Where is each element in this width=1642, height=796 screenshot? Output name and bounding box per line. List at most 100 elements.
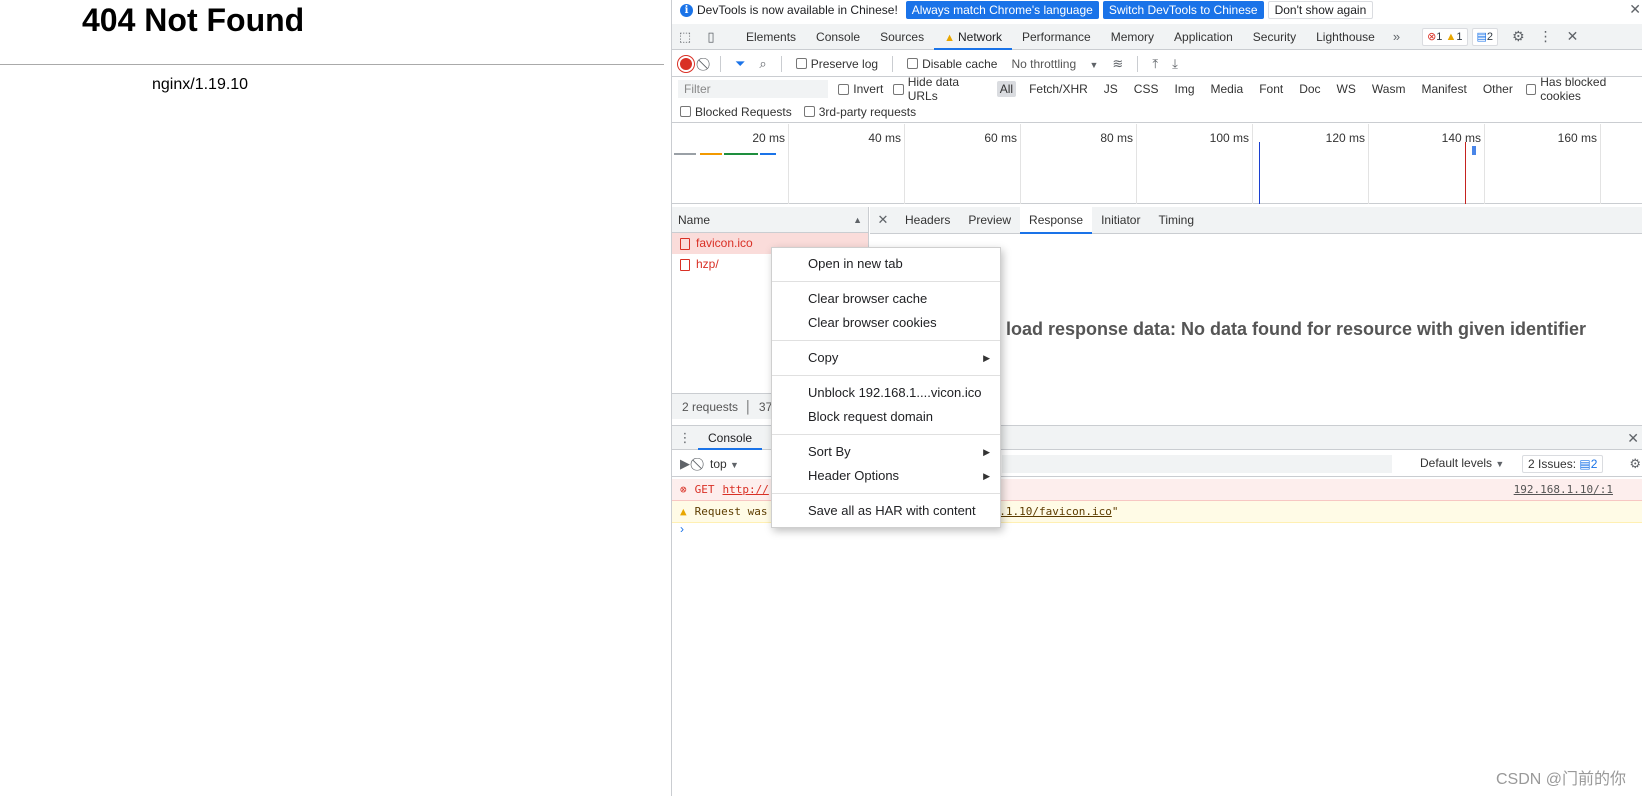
warning-url-link[interactable]: 68.1.10/favicon.ico [986,505,1112,518]
toolbar-divider [720,55,721,72]
checkbox-box [838,83,850,95]
name-column-header[interactable]: Name ▲ [672,207,868,233]
log-levels-select[interactable]: Default levels ▼ [1420,456,1504,470]
detail-tab-initiator[interactable]: Initiator [1092,207,1149,234]
menu-header-options-label: Header Options [808,468,900,483]
preserve-log-checkbox[interactable]: Preserve log [795,57,878,71]
issues-label: 2 Issues: [1528,457,1577,471]
type-filter-all[interactable]: All [996,81,1017,97]
menu-clear-cache[interactable]: Clear browser cache [772,287,1000,311]
detail-tab-headers[interactable]: Headers [896,207,959,234]
error-warning-counter[interactable]: ⊗1 ▲1 [1422,27,1468,46]
throttling-value: No throttling [1011,56,1077,71]
type-filter-font[interactable]: Font [1256,81,1286,97]
context-value: top [710,456,727,471]
close-detail-icon[interactable]: ✕ [870,212,896,228]
hide-data-urls-checkbox[interactable]: Hide data URLs [893,75,986,103]
type-filter-wasm[interactable]: Wasm [1369,81,1409,97]
invert-checkbox[interactable]: Invert [838,82,883,96]
error-source-link[interactable]: 192.168.1.10/:1 [1514,479,1613,501]
menu-open-new-tab[interactable]: Open in new tab [772,252,1000,276]
tab-network[interactable]: ▲ Network [934,24,1012,50]
invert-label: Invert [853,82,884,96]
drawer-tab-console[interactable]: Console [698,426,763,450]
type-filter-ws[interactable]: WS [1334,81,1359,97]
checkbox-box [907,58,919,69]
tab-memory[interactable]: Memory [1101,24,1164,50]
tab-security[interactable]: Security [1243,24,1306,50]
type-filter-doc[interactable]: Doc [1296,81,1323,97]
more-tabs-icon[interactable]: » [1385,29,1408,44]
menu-sort-by[interactable]: Sort By ▶ [772,440,1000,464]
third-party-checkbox[interactable]: 3rd-party requests [803,105,916,119]
type-filter-media[interactable]: Media [1208,81,1247,97]
tab-application[interactable]: Application [1164,24,1243,50]
menu-sort-by-label: Sort By [808,444,851,459]
export-har-icon[interactable]: ⤓ [1172,56,1178,72]
warning-quote: " [1111,505,1119,518]
switch-chinese-button[interactable]: Switch DevTools to Chinese [1102,1,1264,19]
disable-cache-checkbox[interactable]: Disable cache [907,57,997,71]
timeline-tick: 40 ms [868,131,901,145]
record-icon[interactable] [680,57,692,70]
filter-input[interactable]: Filter [678,80,829,98]
type-filter-other[interactable]: Other [1480,81,1516,97]
console-settings-icon[interactable]: ⚙ [1629,456,1641,472]
match-language-button[interactable]: Always match Chrome's language [905,1,1099,19]
menu-block-domain[interactable]: Block request domain [772,405,1000,429]
tab-console[interactable]: Console [806,24,870,50]
network-conditions-icon[interactable]: ≋ [1112,56,1123,72]
infobar-close-icon[interactable]: ✕ [1629,1,1641,18]
error-url-link[interactable]: http:// [723,479,769,500]
detail-tab-response[interactable]: Response [1020,206,1093,234]
settings-gear-icon[interactable]: ⚙ [1512,28,1525,45]
console-prompt-icon[interactable]: › [680,522,684,536]
kebab-menu-icon[interactable]: ⋮ [1539,28,1553,45]
console-issues-button[interactable]: 2 Issues: ▤2 [1522,455,1604,473]
issue-counters: ⊗1 ▲1 ▤2 [1422,27,1499,46]
type-filter-manifest[interactable]: Manifest [1418,81,1469,97]
issues-counter[interactable]: ▤2 [1471,27,1499,46]
load-event-marker [1465,142,1466,204]
detail-tabs: ✕ Headers Preview Response Initiator Tim… [870,206,1642,234]
type-filter-fetch-xhr[interactable]: Fetch/XHR [1026,81,1091,97]
has-blocked-cookies-checkbox[interactable]: Has blocked cookies [1525,75,1642,103]
menu-header-options[interactable]: Header Options ▶ [772,464,1000,488]
type-filter-css[interactable]: CSS [1131,81,1162,97]
close-devtools-icon[interactable]: ✕ [1567,28,1579,45]
drawer-menu-icon[interactable]: ⋮ [672,430,698,446]
tab-elements[interactable]: Elements [736,24,806,50]
inspect-element-icon[interactable]: ⬚ [672,24,698,50]
dont-show-again-button[interactable]: Don't show again [1267,1,1374,19]
filter-funnel-icon[interactable]: ⏷ [735,56,745,72]
tab-lighthouse[interactable]: Lighthouse [1306,24,1385,50]
detail-tab-preview[interactable]: Preview [959,207,1020,234]
error-icon: ⊗ [1427,30,1437,43]
detail-tab-timing[interactable]: Timing [1149,207,1203,234]
timeline-tick: 100 ms [1209,131,1249,145]
blocked-requests-checkbox[interactable]: Blocked Requests [680,105,792,119]
menu-clear-cookies[interactable]: Clear browser cookies [772,311,1000,335]
menu-copy[interactable]: Copy ▶ [772,346,1000,370]
sort-ascending-icon: ▲ [853,215,862,225]
type-filter-js[interactable]: JS [1101,81,1121,97]
timing-bar-queue [674,153,686,155]
checkbox-box [803,106,815,117]
tab-performance[interactable]: Performance [1012,24,1101,50]
type-filter-img[interactable]: Img [1171,81,1197,97]
device-toolbar-icon[interactable]: ▯ [698,24,724,50]
timeline-gridline [1252,124,1253,204]
sidebar-toggle-icon[interactable]: ▶ [680,456,690,472]
hide-data-urls-label: Hide data URLs [907,75,960,103]
throttling-select[interactable]: No throttling ▼ [1011,57,1098,71]
close-drawer-icon[interactable]: ✕ [1627,430,1639,447]
menu-save-har[interactable]: Save all as HAR with content [772,499,1000,523]
context-selector[interactable]: top ▼ [710,457,739,471]
console-filter-input[interactable] [1002,455,1392,473]
issues-icon: ▤ [1476,30,1487,43]
menu-unblock[interactable]: Unblock 192.168.1....vicon.ico [772,381,1000,405]
import-har-icon[interactable]: ⤒ [1152,56,1158,72]
search-icon[interactable]: ⌕ [759,56,766,72]
timeline-overview[interactable]: 20 ms 40 ms 60 ms 80 ms 100 ms 120 ms 14… [672,124,1642,204]
tab-sources[interactable]: Sources [870,24,934,50]
